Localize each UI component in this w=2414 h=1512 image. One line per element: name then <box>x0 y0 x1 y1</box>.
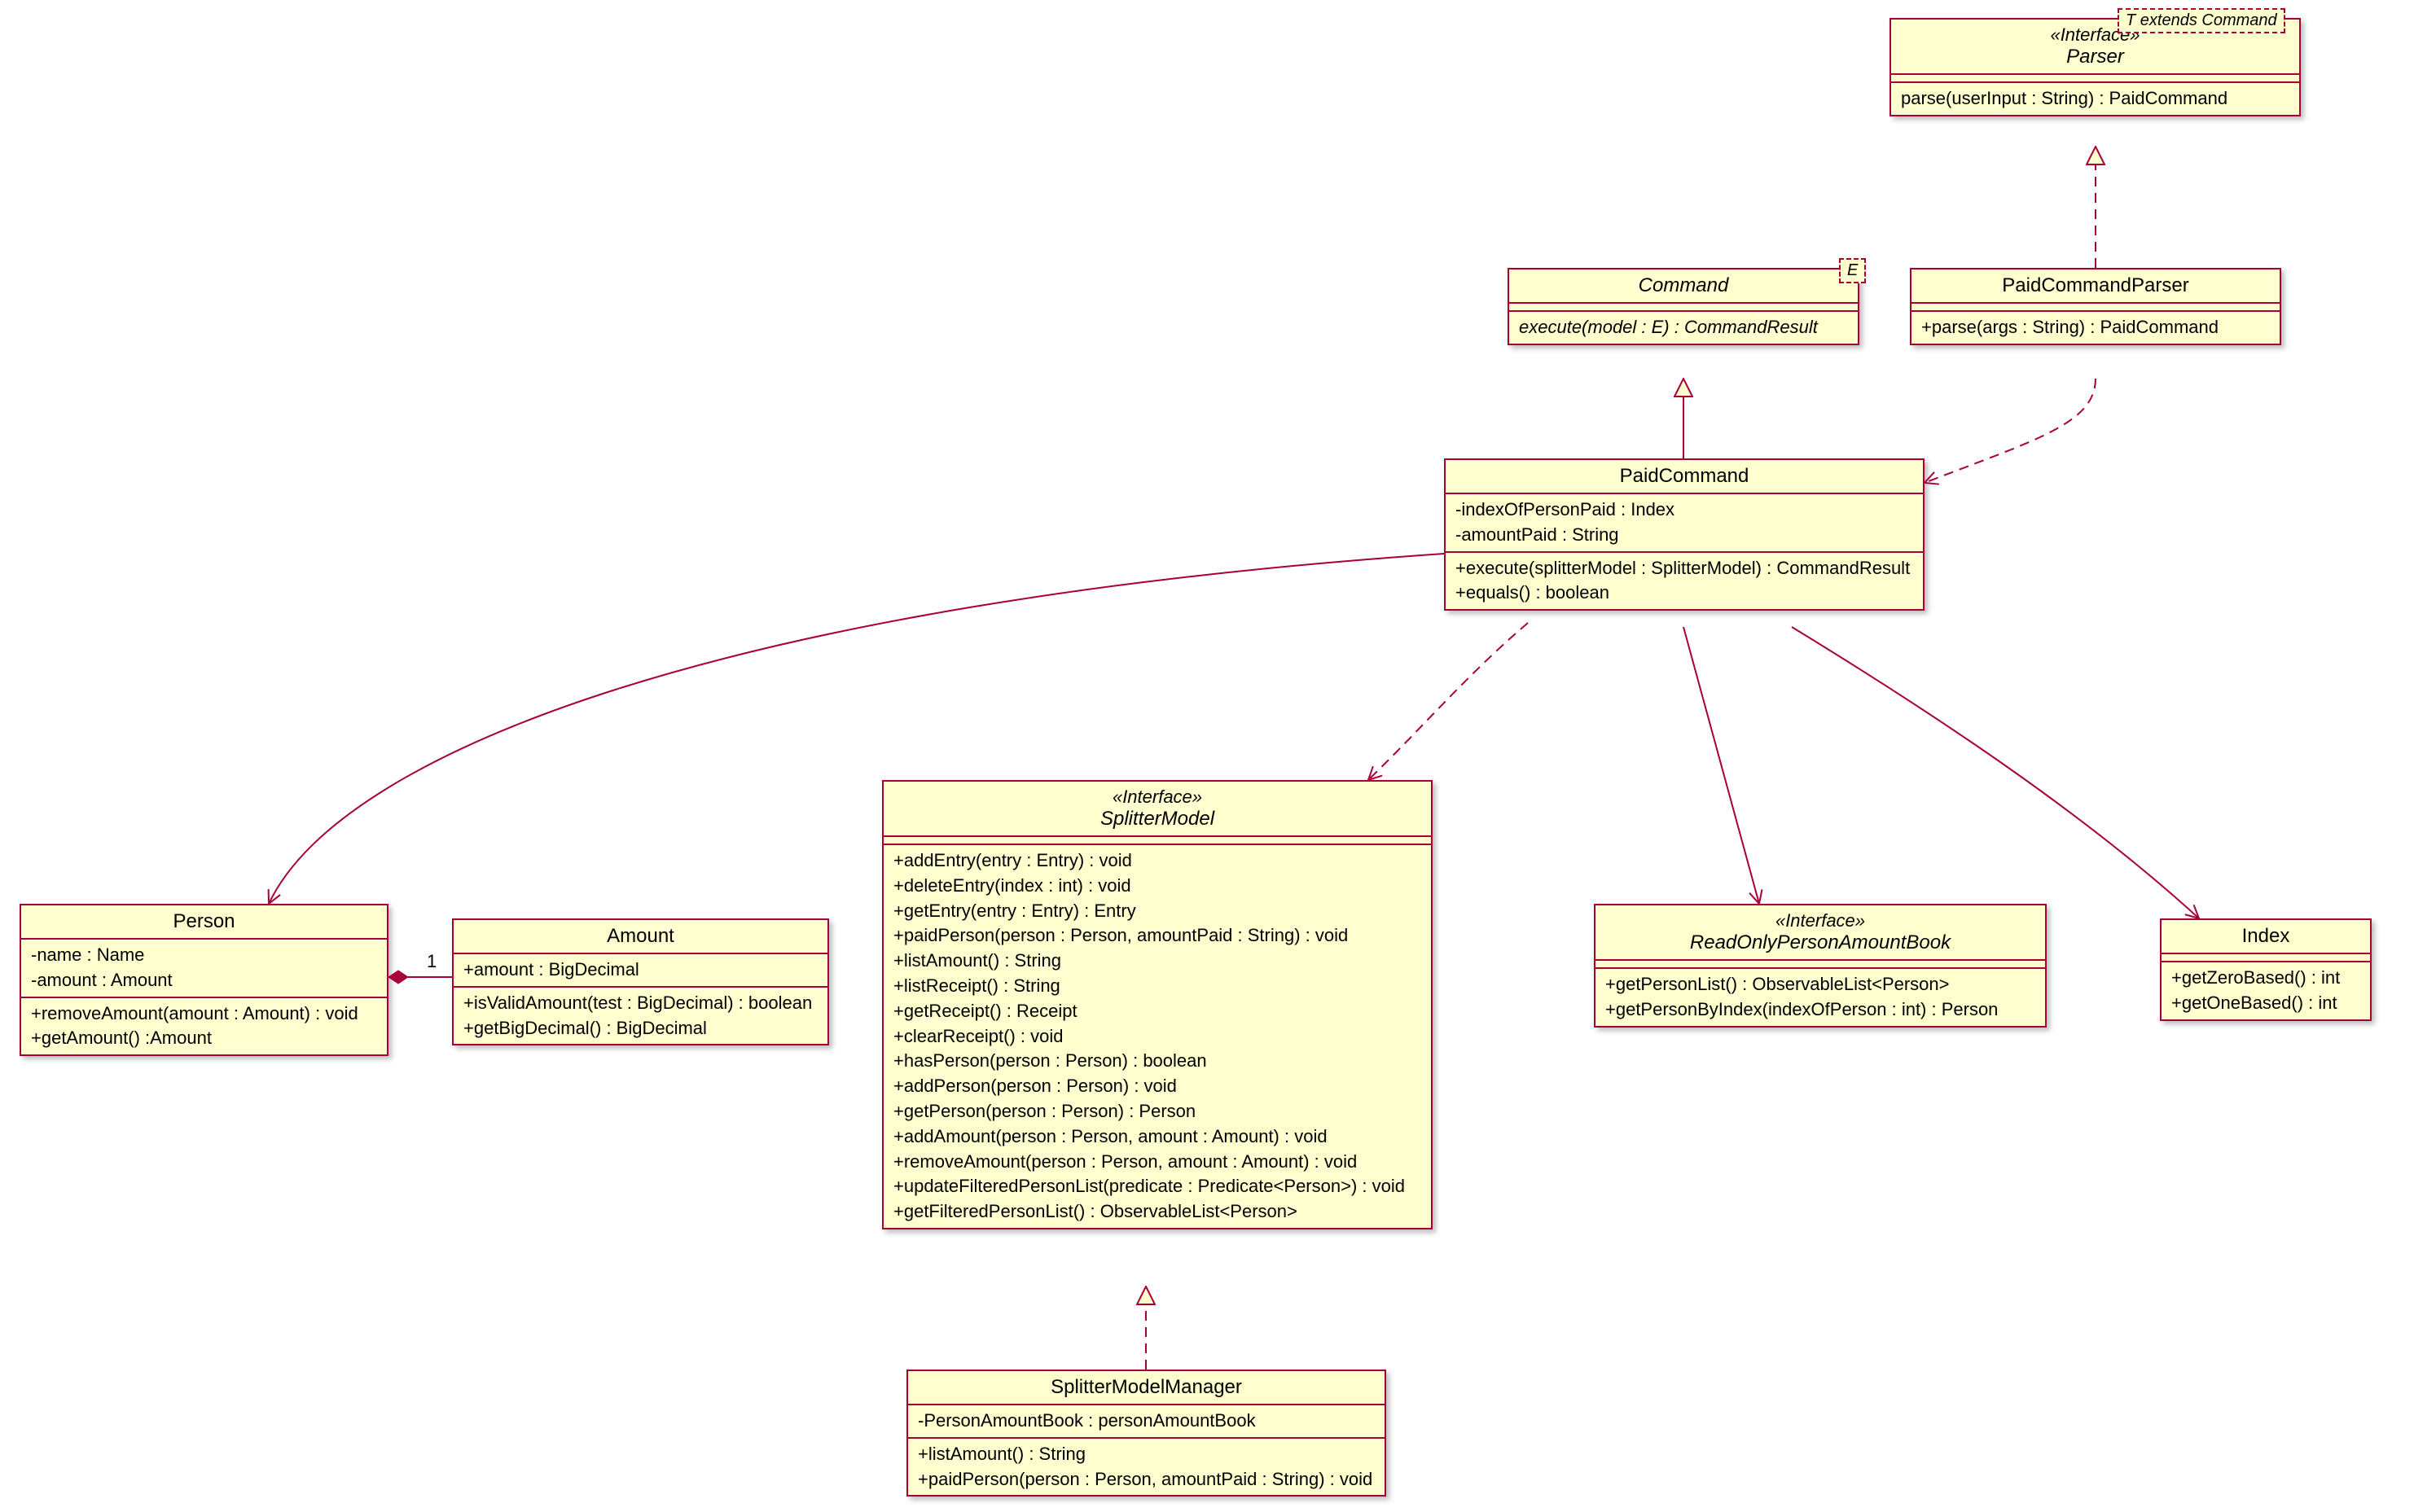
class-amount: Amount +amount : BigDecimal +isValidAmou… <box>452 918 829 1045</box>
op: +getAmount() :Amount <box>31 1026 377 1051</box>
op: +getBigDecimal() : BigDecimal <box>463 1016 818 1041</box>
multiplicity-amount: 1 <box>427 951 437 972</box>
op: execute(model : E) : CommandResult <box>1519 315 1848 340</box>
op: +getOneBased() : int <box>2171 991 2360 1016</box>
class-name: SplitterModel <box>893 808 1421 831</box>
edge-pc-index <box>1792 627 2199 918</box>
class-paidcommand: PaidCommand -indexOfPersonPaid : Index -… <box>1444 458 1925 611</box>
class-name: ReadOnlyPersonAmountBook <box>1605 931 2035 954</box>
attr: -PersonAmountBook : personAmountBook <box>918 1409 1375 1434</box>
edge-pc-roab <box>1683 627 1759 904</box>
op: +getZeroBased() : int <box>2171 966 2360 991</box>
class-name: Amount <box>463 925 818 948</box>
class-name: Command <box>1519 274 1848 297</box>
class-person: Person -name : Name -amount : Amount +re… <box>20 904 388 1056</box>
class-index: Index +getZeroBased() : int +getOneBased… <box>2160 918 2372 1021</box>
op: +equals() : boolean <box>1455 581 1913 606</box>
class-paidcommandparser: PaidCommandParser +parse(args : String) … <box>1910 268 2281 345</box>
op: +execute(splitterModel : SplitterModel) … <box>1455 556 1913 581</box>
attr: -amount : Amount <box>31 968 377 993</box>
class-smm: SplitterModelManager -PersonAmountBook :… <box>906 1370 1386 1497</box>
uml-diagram: T extends Command «Interface» Parser par… <box>0 0 2414 1512</box>
class-splittermodel: «Interface» SplitterModel +addEntry(entr… <box>882 780 1433 1229</box>
op: parse(userInput : String) : PaidCommand <box>1901 86 2289 112</box>
template-command: E <box>1839 258 1866 283</box>
attr: +amount : BigDecimal <box>463 958 818 983</box>
class-roab: «Interface» ReadOnlyPersonAmountBook +ge… <box>1594 904 2047 1028</box>
stereo: «Interface» <box>893 787 1421 808</box>
class-name: Index <box>2171 925 2360 948</box>
ops-splittermodel: +addEntry(entry : Entry) : void +deleteE… <box>884 845 1431 1228</box>
op: +listAmount() : String <box>918 1442 1375 1467</box>
attr: -amountPaid : String <box>1455 523 1913 548</box>
attr: -indexOfPersonPaid : Index <box>1455 497 1913 523</box>
op: +paidPerson(person : Person, amountPaid … <box>918 1467 1375 1492</box>
class-name: Person <box>31 910 377 933</box>
class-name: PaidCommand <box>1455 465 1913 488</box>
class-name: Parser <box>1901 46 2289 68</box>
edges: Person (long curve) --> ROAB --> Index -… <box>0 0 2414 1512</box>
op: +isValidAmount(test : BigDecimal) : bool… <box>463 991 818 1016</box>
class-name: SplitterModelManager <box>918 1376 1375 1399</box>
op: +getPersonList() : ObservableList<Person… <box>1605 972 2035 997</box>
attr: -name : Name <box>31 943 377 968</box>
template-parser: T extends Command <box>2118 8 2285 33</box>
op: +removeAmount(amount : Amount) : void <box>31 1001 377 1027</box>
edge-pcp-pc <box>1925 379 2096 483</box>
class-name: PaidCommandParser <box>1921 274 2270 297</box>
stereo: «Interface» <box>1605 910 2035 931</box>
class-command: Command execute(model : E) : CommandResu… <box>1508 268 1859 345</box>
op: +parse(args : String) : PaidCommand <box>1921 315 2270 340</box>
edge-pc-sm <box>1368 623 1528 780</box>
op: +getPersonByIndex(indexOfPerson : int) :… <box>1605 997 2035 1023</box>
